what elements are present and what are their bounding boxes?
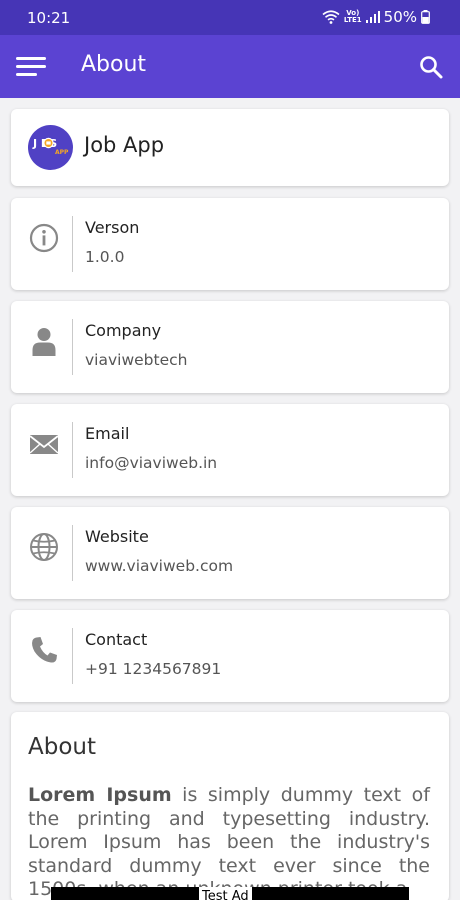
- menu-button[interactable]: [16, 57, 46, 77]
- contact-label: Contact: [85, 630, 148, 649]
- status-icons: Vo) LTE1 50%: [322, 8, 430, 26]
- website-label: Website: [85, 527, 149, 546]
- version-value: 1.0.0: [85, 248, 125, 266]
- divider: [72, 628, 73, 684]
- search-icon[interactable]: [418, 54, 444, 80]
- logo-graphic: J BS APP: [32, 137, 69, 156]
- ad-label: Test Ad: [199, 887, 252, 900]
- wifi-icon: [322, 10, 340, 24]
- contact-card: Contact +91 1234567891: [11, 610, 449, 702]
- lte-indicator: Vo) LTE1: [344, 10, 362, 24]
- about-card: About Lorem Ipsum is simply dummy text o…: [11, 712, 449, 900]
- email-card: Email info@viaviweb.in: [11, 404, 449, 496]
- contact-value[interactable]: +91 1234567891: [85, 660, 221, 678]
- globe-icon: [30, 533, 58, 561]
- email-value[interactable]: info@viaviweb.in: [85, 454, 217, 472]
- divider: [72, 525, 73, 581]
- logo-subtext: APP: [55, 149, 69, 156]
- mail-icon: [29, 435, 59, 454]
- battery-percent: 50%: [383, 8, 417, 26]
- email-label: Email: [85, 424, 130, 443]
- app-bar: About: [0, 35, 460, 98]
- signal-icon: [365, 11, 380, 23]
- divider: [72, 319, 73, 375]
- app-logo: J BS APP: [28, 125, 73, 170]
- menu-icon-bar-2: [16, 65, 46, 68]
- divider: [72, 216, 73, 272]
- company-card: Company viaviwebtech: [11, 301, 449, 393]
- company-value: viaviwebtech: [85, 351, 188, 369]
- menu-icon-bar-1: [16, 57, 46, 60]
- status-bar: 10:21 Vo) LTE1 50%: [0, 0, 460, 35]
- battery-icon: [421, 10, 430, 24]
- app-info-card: J BS APP Job App: [11, 109, 449, 186]
- company-label: Company: [85, 321, 162, 340]
- about-text: Lorem Ipsum is simply dummy text of the …: [28, 784, 430, 900]
- person-icon: [32, 328, 56, 356]
- page-title: About: [81, 52, 147, 77]
- test-ad-banner[interactable]: Test Ad: [51, 887, 409, 900]
- menu-icon-bar-3: [16, 73, 37, 76]
- about-title: About: [28, 734, 97, 760]
- about-lead: Lorem Ipsum: [28, 784, 172, 806]
- phone-icon: [32, 637, 57, 663]
- status-time: 10:21: [27, 9, 71, 27]
- app-name: Job App: [84, 133, 165, 157]
- version-card: Verson 1.0.0: [11, 198, 449, 290]
- website-value[interactable]: www.viaviweb.com: [85, 557, 233, 575]
- version-label: Verson: [85, 218, 140, 237]
- lte-bottom: LTE1: [343, 16, 362, 24]
- divider: [72, 422, 73, 478]
- website-card: Website www.viaviweb.com: [11, 507, 449, 599]
- info-icon: [29, 223, 59, 253]
